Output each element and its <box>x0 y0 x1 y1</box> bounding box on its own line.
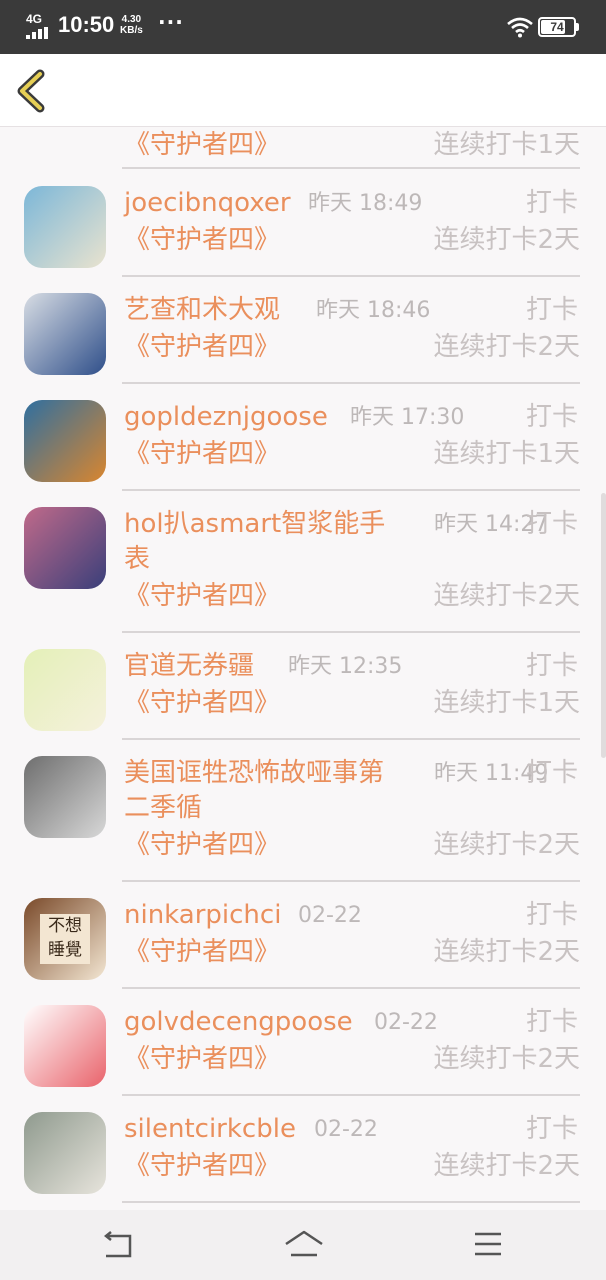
book-title: 《守护者四》 <box>124 1044 281 1074</box>
checkin-time: 昨天 17:30 <box>350 405 465 430</box>
checkin-action[interactable]: 打卡 <box>526 507 578 542</box>
streak-text: 连续打卡2天 <box>433 332 580 362</box>
avatar-text: 不想睡覺 <box>40 914 90 964</box>
user-name[interactable]: golvdecengpoose <box>124 1005 406 1040</box>
status-bar: 4G 10:50 4.30 KB/s ··· 74 <box>0 0 606 54</box>
divider <box>122 987 580 989</box>
back-icon[interactable] <box>96 1224 140 1264</box>
avatar[interactable] <box>24 649 106 731</box>
menu-icon[interactable] <box>466 1224 510 1264</box>
more-notifications-icon: ··· <box>158 10 184 34</box>
divider <box>122 1201 580 1203</box>
checkin-time: 昨天 18:49 <box>308 191 423 216</box>
book-title: 《守护者四》 <box>124 581 281 611</box>
wifi-icon <box>507 17 533 38</box>
checkin-action[interactable]: 打卡 <box>526 1112 578 1147</box>
header <box>0 54 606 127</box>
checkin-action[interactable]: 打卡 <box>526 649 578 684</box>
book-title: 《守护者四》 <box>124 1151 281 1181</box>
book-title: 《守护者四》 <box>124 439 281 469</box>
book-title: 《守护者四》 <box>124 332 281 362</box>
divider <box>122 167 580 169</box>
home-icon[interactable] <box>282 1224 326 1264</box>
divider <box>122 880 580 882</box>
streak-text: 连续打卡1天 <box>433 130 580 160</box>
battery-tip <box>576 23 579 31</box>
divider <box>122 382 580 384</box>
checkin-time: 02-22 <box>298 903 362 928</box>
avatar[interactable] <box>24 186 106 268</box>
streak-text: 连续打卡2天 <box>433 937 580 967</box>
streak-text: 连续打卡2天 <box>433 1044 580 1074</box>
user-name[interactable]: hol扒asmart智浆能手表 <box>124 507 406 577</box>
streak-text: 连续打卡2天 <box>433 830 580 860</box>
book-title: 《守护者四》 <box>124 130 281 160</box>
book-title: 《守护者四》 <box>124 688 281 718</box>
avatar[interactable]: 不想睡覺 <box>24 898 106 980</box>
streak-text: 连续打卡1天 <box>433 688 580 718</box>
divider <box>122 1094 580 1096</box>
checkin-action[interactable]: 打卡 <box>526 186 578 221</box>
avatar[interactable] <box>24 1005 106 1087</box>
checkin-action[interactable]: 打卡 <box>526 293 578 328</box>
scrollbar[interactable] <box>601 493 606 758</box>
checkin-action[interactable]: 打卡 <box>526 1005 578 1040</box>
checkin-time: 02-22 <box>374 1010 438 1035</box>
streak-text: 连续打卡2天 <box>433 225 580 255</box>
user-name[interactable]: 美国诓牲恐怖故哑事第二季循 <box>124 756 406 826</box>
checkin-action[interactable]: 打卡 <box>526 898 578 933</box>
chevron-left-icon[interactable] <box>10 66 56 116</box>
book-title: 《守护者四》 <box>124 225 281 255</box>
navigation-bar <box>0 1210 606 1280</box>
streak-text: 连续打卡2天 <box>433 581 580 611</box>
avatar[interactable] <box>24 756 106 838</box>
list-item-partial[interactable]: 《守护者四》 连续打卡1天 <box>0 128 606 186</box>
divider <box>122 631 580 633</box>
net-speed: 4.30 KB/s <box>120 14 143 36</box>
streak-text: 连续打卡1天 <box>433 439 580 469</box>
streak-text: 连续打卡2天 <box>433 1151 580 1181</box>
avatar[interactable] <box>24 293 106 375</box>
book-title: 《守护者四》 <box>124 830 281 860</box>
checkin-time: 02-22 <box>314 1117 378 1142</box>
checkin-time: 昨天 12:35 <box>288 654 403 679</box>
divider <box>122 489 580 491</box>
checkin-time: 昨天 18:46 <box>316 298 431 323</box>
avatar[interactable] <box>24 400 106 482</box>
divider <box>122 738 580 740</box>
checkin-action[interactable]: 打卡 <box>526 400 578 435</box>
checkin-action[interactable]: 打卡 <box>526 756 578 791</box>
signal-icon <box>26 27 50 39</box>
book-title: 《守护者四》 <box>124 937 281 967</box>
battery-icon: 74 <box>538 17 576 37</box>
avatar[interactable] <box>24 507 106 589</box>
battery-level: 74 <box>550 20 564 34</box>
user-name[interactable]: ninkarpichci <box>124 898 406 933</box>
avatar[interactable] <box>24 1112 106 1194</box>
net-speed-value: 4.30 <box>121 14 142 25</box>
divider <box>122 275 580 277</box>
checkin-list[interactable]: 《守护者四》 连续打卡1天 joecibnqoxer 昨天 18:49 打卡 《守护者… <box>0 128 606 1210</box>
network-type: 4G <box>26 12 43 26</box>
clock: 10:50 <box>58 12 115 37</box>
net-speed-unit: KB/s <box>120 25 143 36</box>
